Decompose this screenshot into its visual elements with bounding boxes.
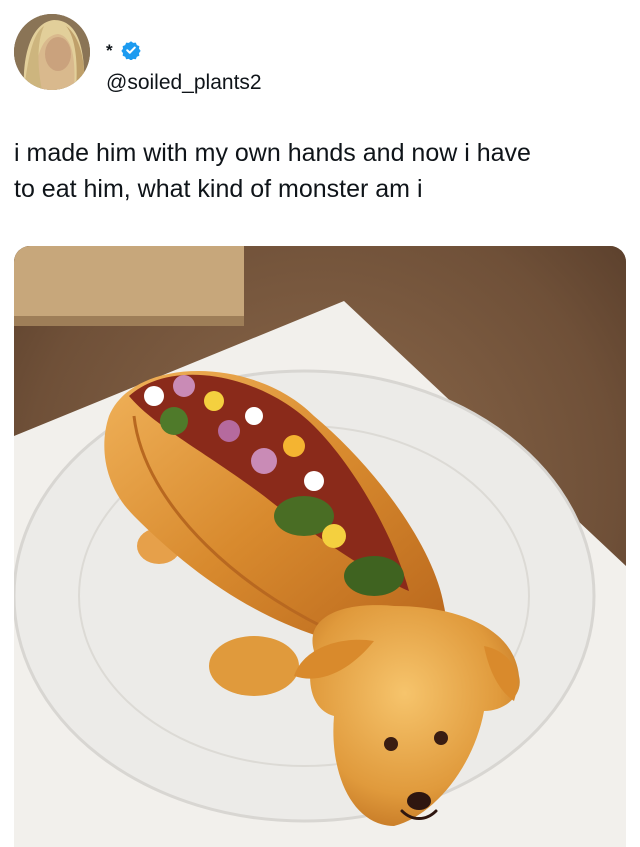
display-name[interactable]: * — [106, 42, 113, 59]
user-handle[interactable]: @soiled_plants2 — [106, 71, 262, 95]
display-name-row: * — [106, 40, 141, 60]
tweet-header: * @soiled_plants2 — [14, 14, 626, 94]
verified-badge-icon — [120, 41, 141, 60]
avatar[interactable] — [14, 14, 90, 90]
hotdog-dog-photo — [14, 246, 626, 847]
tweet-text: i made him with my own hands and now i h… — [14, 139, 531, 203]
tweet-media-image[interactable] — [14, 246, 626, 847]
